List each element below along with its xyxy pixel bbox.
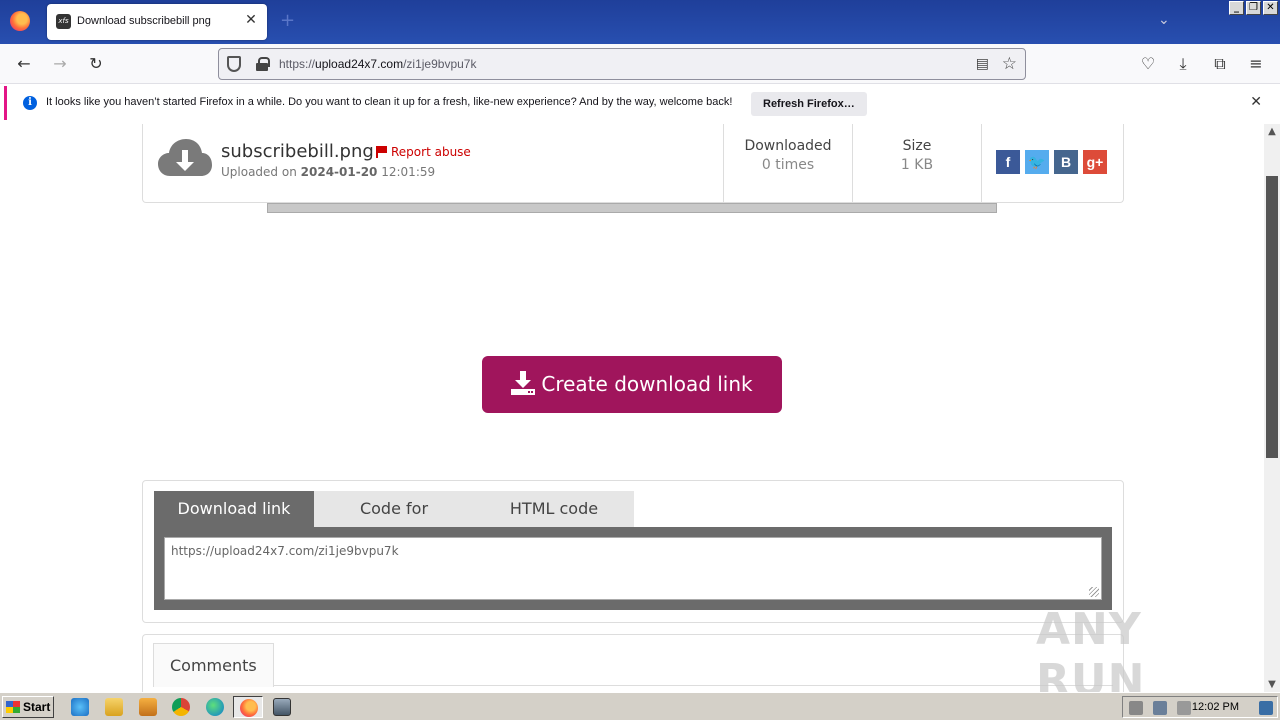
notification-text: It looks like you haven’t started Firefo… [46,96,733,108]
uploaded-date-value: 2024-01-20 [300,165,378,179]
downloaded-value: 0 times [761,157,815,173]
create-download-link-label: Create download link [541,372,753,396]
browser-tab-bar: xfs Download subscribebill png ✕ + ⌄ _ ❐… [0,0,1280,44]
download-link-value: https://upload24x7.com/zi1je9bvpu7k [171,544,399,558]
chrome-icon[interactable] [172,698,190,716]
page-content: subscribebill.png Report abuse Uploaded … [0,124,1264,692]
tab-html-code[interactable]: HTML code [474,491,634,527]
media-player-icon[interactable] [139,698,157,716]
downloads-icon[interactable]: ⤓ [1173,54,1193,74]
facebook-icon[interactable]: f [996,150,1020,174]
site-favicon-icon: xfs [56,14,71,29]
minimize-icon[interactable]: _ [1229,1,1244,15]
navigation-toolbar: ← → ↻ https://upload24x7.com/zi1je9bvpu7… [0,44,1280,84]
file-explorer-icon[interactable] [105,698,123,716]
upload-date: Uploaded on 2024-01-20 12:01:59 [221,165,435,179]
vk-icon[interactable]: B [1054,150,1078,174]
size-value: 1 KB [900,157,934,173]
forward-icon[interactable]: → [50,54,70,74]
uploaded-time-value: 12:01:59 [381,165,436,179]
file-name: subscribebill.png [221,141,374,162]
report-abuse-label: Report abuse [391,145,471,159]
tracking-protection-shield-icon[interactable] [227,56,241,72]
lock-icon[interactable] [256,57,270,71]
resize-grip-icon[interactable] [1089,587,1099,597]
firefox-taskbar-button[interactable] [233,696,263,718]
start-label: Start [23,700,51,714]
info-icon: i [23,96,37,110]
downloaded-label: Downloaded [744,138,832,154]
scroll-down-icon[interactable]: ▼ [1264,679,1280,690]
comments-divider [153,685,1113,686]
comments-panel: Comments [142,634,1124,692]
action-center-flag-icon[interactable] [1177,701,1191,715]
refresh-firefox-button[interactable]: Refresh Firefox… [751,92,867,116]
tab-title: Download subscribebill png [77,15,211,27]
flag-icon [376,146,387,158]
pocket-icon[interactable]: ♡ [1138,54,1158,74]
google-plus-icon[interactable]: g+ [1083,150,1107,174]
url-host: upload24x7.com [315,57,404,71]
network-icon[interactable] [1153,701,1167,715]
edge-icon[interactable] [206,698,224,716]
reader-view-icon[interactable]: ▤ [976,56,989,72]
internet-explorer-icon[interactable] [71,698,89,716]
bookmark-star-icon[interactable]: ☆ [1002,54,1017,74]
scroll-up-icon[interactable]: ▲ [1264,126,1280,137]
reload-icon[interactable]: ↻ [86,54,106,74]
browser-tab[interactable]: xfs Download subscribebill png ✕ [47,4,267,40]
tab-comments[interactable]: Comments [153,643,274,687]
windows-logo-icon [6,701,20,713]
tab-close-icon[interactable]: ✕ [243,12,259,28]
page-scrollbar[interactable]: ▲ ▼ [1264,124,1280,692]
scrollbar-thumb[interactable] [1266,176,1278,458]
social-share-buttons: f 🐦 Bg+ [996,150,1107,174]
tab-download-link[interactable]: Download link [154,491,314,527]
create-download-link-button[interactable]: Create download link [482,356,782,413]
remote-desktop-icon[interactable] [273,698,291,716]
back-icon[interactable]: ← [14,54,34,74]
extensions-icon[interactable]: ⧉ [1210,54,1230,74]
taskbar-clock[interactable]: 12:02 PM [1192,701,1239,713]
show-desktop-icon[interactable] [1259,701,1273,715]
volume-icon[interactable] [1129,701,1143,715]
twitter-icon[interactable]: 🐦 [1025,150,1049,174]
download-link-textarea[interactable]: https://upload24x7.com/zi1je9bvpu7k [164,537,1102,600]
size-stat: Size 1 KB [852,124,981,203]
new-tab-icon[interactable]: + [280,10,295,31]
tab-code-for-forums[interactable]: Code for forums [314,491,474,554]
window-controls: _ ❐ ✕ [1229,1,1278,15]
anyrun-watermark: ANY RUN [1036,604,1146,692]
firefox-icon [240,699,258,717]
downloaded-stat: Downloaded 0 times [723,124,852,203]
system-tray: 12:02 PM [1122,696,1278,718]
download-icon [511,371,536,395]
app-menu-icon[interactable]: ≡ [1246,54,1266,74]
url-text[interactable]: https://upload24x7.com/zi1je9bvpu7k [279,57,476,71]
link-code-frame: https://upload24x7.com/zi1je9bvpu7k [154,527,1112,610]
windows-taskbar: Start 12:02 PM [0,692,1280,720]
link-code-panel: Download link Code for forums HTML code … [142,480,1124,623]
start-button[interactable]: Start [2,696,54,718]
size-label: Size [902,138,932,154]
uploaded-prefix: Uploaded on [221,165,297,179]
url-scheme: https:// [279,57,316,71]
cloud-download-icon [158,139,212,176]
list-all-tabs-icon[interactable]: ⌄ [1158,12,1170,28]
url-bar[interactable]: https://upload24x7.com/zi1je9bvpu7k ▤ ☆ [218,48,1026,80]
restore-icon[interactable]: ❐ [1246,1,1261,15]
refresh-firefox-notification: i It looks like you haven’t started Fire… [4,86,1276,120]
close-window-icon[interactable]: ✕ [1263,1,1278,15]
firefox-logo-icon[interactable] [10,11,30,31]
url-path: /zi1je9bvpu7k [403,57,477,71]
link-tabs: Download link Code for forums HTML code [154,491,634,554]
file-info-card: subscribebill.png Report abuse Uploaded … [142,124,1124,203]
report-abuse-link[interactable]: Report abuse [376,145,471,159]
notification-close-icon[interactable]: ✕ [1250,94,1262,110]
ad-banner-placeholder [267,203,997,213]
